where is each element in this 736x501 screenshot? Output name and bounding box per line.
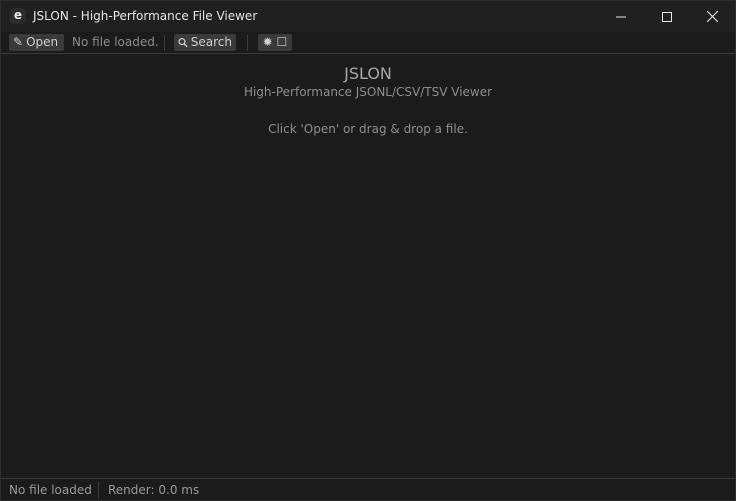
open-button-label: Open <box>26 35 59 49</box>
minimize-icon <box>616 16 626 17</box>
status-bar: No file loaded Render: 0.0 ms <box>1 478 735 500</box>
open-button[interactable]: ✎ Open <box>9 34 64 51</box>
file-status-text: No file loaded. <box>72 35 159 49</box>
search-button-label: Search <box>190 35 232 49</box>
close-icon <box>706 11 718 22</box>
status-divider <box>98 482 99 499</box>
theme-toggle-button[interactable]: ✹ ☐ <box>258 34 292 51</box>
toolbar-divider <box>164 35 165 51</box>
app-subtitle: High-Performance JSONL/CSV/TSV Viewer <box>243 85 493 99</box>
open-hint-text: Click 'Open' or drag & drop a file. <box>268 122 468 136</box>
app-name-heading: JSLON <box>344 64 392 83</box>
toolbar: ✎ Open No file loaded. Search ✹ ☐ <box>1 32 735 54</box>
status-file-state: No file loaded <box>9 483 92 497</box>
open-file-icon: ✎ <box>13 35 24 49</box>
title-bar[interactable]: e JSLON - High-Performance File Viewer <box>1 1 735 32</box>
app-icon: e <box>10 8 26 24</box>
minimize-button[interactable] <box>598 1 644 32</box>
maximize-icon <box>662 11 672 22</box>
search-icon <box>178 38 188 48</box>
main-content[interactable]: JSLON High-Performance JSONL/CSV/TSV Vie… <box>1 54 735 478</box>
status-render-time: Render: 0.0 ms <box>108 483 200 497</box>
theme-toggle-icon: ✹ ☐ <box>262 35 288 49</box>
window-title: JSLON - High-Performance File Viewer <box>33 9 258 23</box>
maximize-button[interactable] <box>644 1 690 32</box>
search-button[interactable]: Search <box>174 34 236 51</box>
app-window: e JSLON - High-Performance File Viewer ✎… <box>0 0 736 501</box>
close-button[interactable] <box>689 1 735 32</box>
toolbar-divider <box>247 35 248 51</box>
